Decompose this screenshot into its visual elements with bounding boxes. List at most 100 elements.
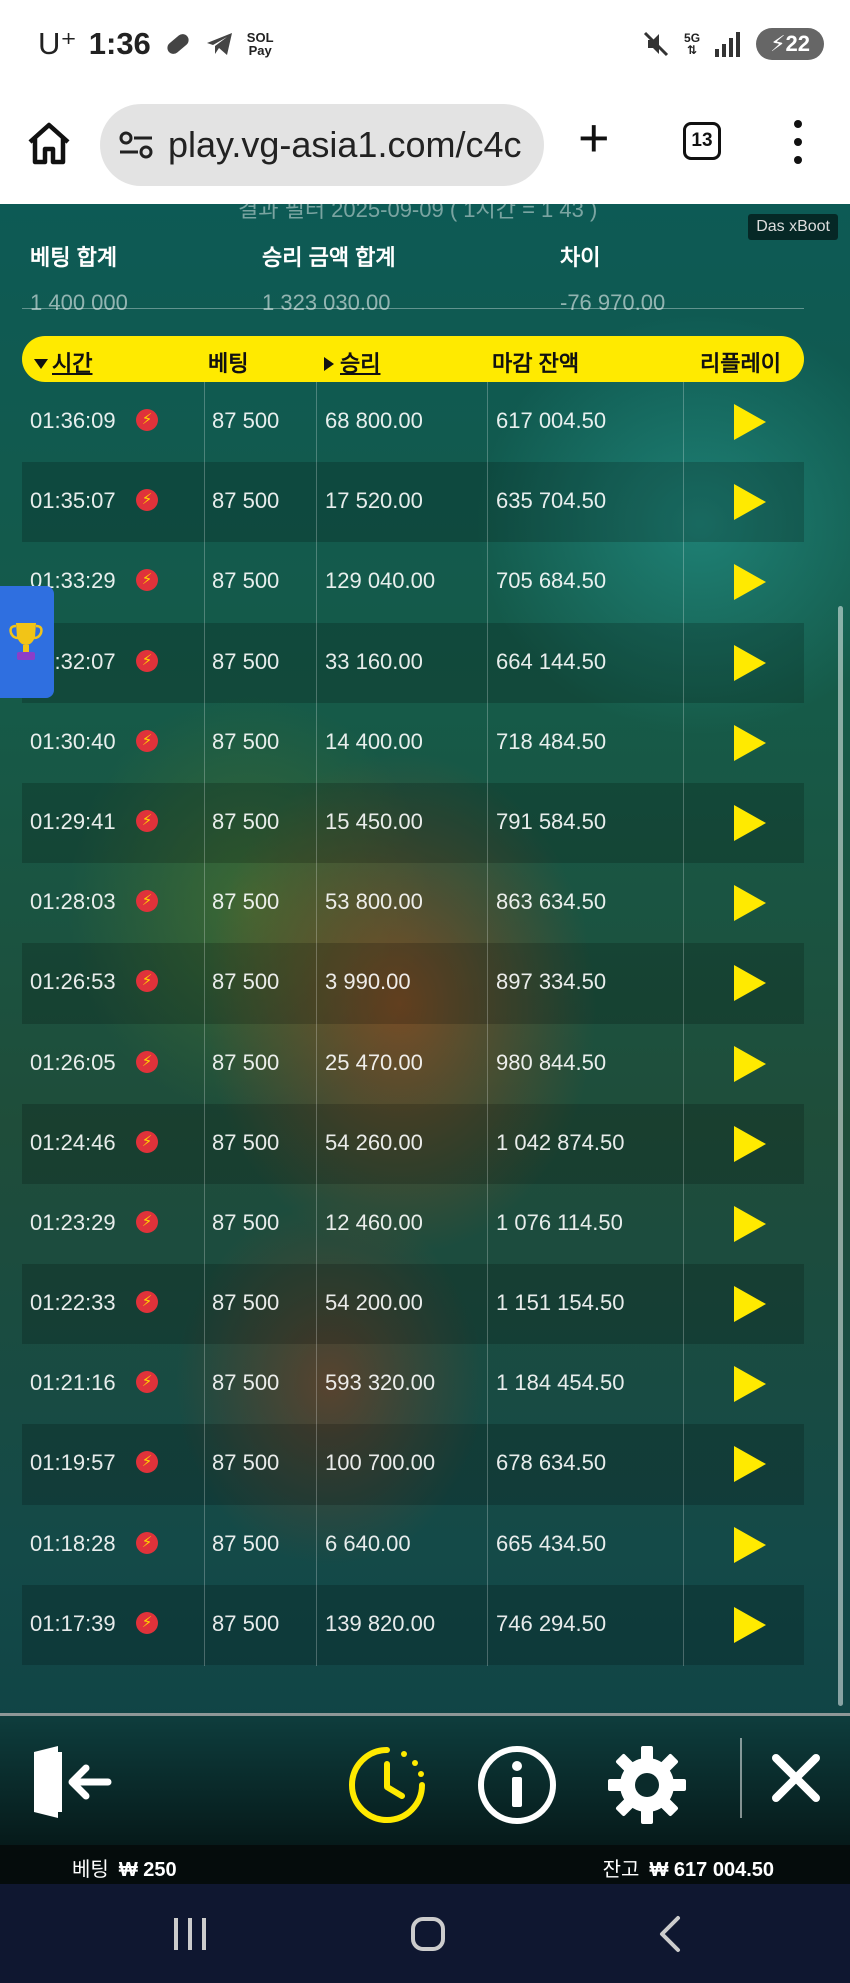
status-right: 5G ⇅ ⚡22: [642, 28, 824, 60]
replay-play-icon[interactable]: [732, 562, 768, 602]
home-icon[interactable]: [408, 1914, 448, 1954]
site-settings-icon[interactable]: [118, 130, 154, 160]
bolt-icon: ⚡: [136, 569, 158, 592]
bolt-icon: ⚡: [136, 1531, 158, 1554]
win-header-label: 승리: [340, 351, 381, 376]
replay-play-icon[interactable]: [732, 1124, 768, 1164]
row-time: 01:28:03: [30, 889, 116, 915]
sort-win-header[interactable]: 승리: [324, 346, 380, 378]
replay-play-icon[interactable]: [732, 402, 768, 442]
bet-amount-value: ₩ 250: [118, 1859, 177, 1881]
recents-icon[interactable]: [170, 1914, 210, 1954]
telegram-icon: [206, 33, 232, 55]
browser-toolbar: play.vg-asia1.com/c4c + 13: [0, 92, 850, 204]
status-bar: U⁺ 1:36 SOL Pay 5G ⇅ ⚡22: [0, 0, 850, 92]
row-time: 01:19:57: [30, 1450, 116, 1476]
brand-tag: Das xBoot: [748, 214, 838, 240]
diff-label: 차이: [560, 245, 601, 270]
column-divider: [683, 382, 684, 1666]
row-time: 01:17:39: [30, 1610, 116, 1636]
replay-play-icon[interactable]: [732, 1525, 768, 1565]
table-row: 01:26:53 ⚡ 87 500 3 990.00 897 334.50: [22, 943, 804, 1024]
replay-play-icon[interactable]: [732, 1204, 768, 1244]
replay-play-icon[interactable]: [732, 1605, 768, 1645]
exit-icon[interactable]: [30, 1744, 112, 1820]
android-navbar: [0, 1884, 850, 1983]
replay-play-icon[interactable]: [732, 883, 768, 923]
bolt-icon: ⚡: [136, 809, 158, 832]
row-win: 100 700.00: [325, 1450, 436, 1476]
row-time: 01:26:53: [30, 969, 116, 995]
replay-play-icon[interactable]: [732, 803, 768, 843]
new-tab-icon[interactable]: +: [578, 108, 610, 168]
replay-play-icon[interactable]: [732, 1444, 768, 1484]
history-icon[interactable]: [346, 1744, 428, 1826]
win-total-label: 승리 금액 합계: [262, 245, 396, 270]
bolt-icon: ⚡: [136, 1291, 158, 1314]
row-win: 3 990.00: [325, 969, 411, 995]
table-row: 01:30:40 ⚡ 87 500 14 400.00 718 484.50: [22, 703, 804, 783]
row-balance: 705 684.50: [496, 568, 607, 594]
back-icon[interactable]: [650, 1914, 690, 1954]
url-field[interactable]: play.vg-asia1.com/c4c: [100, 104, 544, 186]
row-win: 33 160.00: [325, 648, 423, 674]
trophy-icon: [9, 623, 43, 660]
row-win: 25 470.00: [325, 1049, 423, 1075]
balance-amount: 잔고 ₩ 617 004.50: [603, 1853, 774, 1882]
row-win: 54 200.00: [325, 1290, 423, 1316]
scrollbar-thumb[interactable]: [838, 606, 843, 1706]
balance-header: 마감 잔액: [492, 351, 580, 376]
row-bet: 87 500: [212, 1450, 280, 1476]
replay-play-icon[interactable]: [732, 1044, 768, 1084]
row-bet: 87 500: [212, 1610, 280, 1636]
info-icon[interactable]: [476, 1744, 558, 1826]
table-row: 01:22:33 ⚡ 87 500 54 200.00 1 151 154.50: [22, 1264, 804, 1345]
row-balance: 897 334.50: [496, 969, 607, 995]
bet-header: 베팅: [208, 351, 249, 376]
summary-divider: [22, 308, 804, 309]
battery-level: 22: [785, 31, 810, 56]
table-row: 01:19:57 ⚡ 87 500 100 700.00 678 634.50: [22, 1424, 804, 1505]
table-row: 01:17:39 ⚡ 87 500 139 820.00 746 294.50: [22, 1584, 804, 1665]
row-win: 15 450.00: [325, 808, 423, 834]
row-balance: 1 076 114.50: [496, 1209, 623, 1235]
replay-play-icon[interactable]: [732, 482, 768, 522]
column-divider: [316, 382, 317, 1666]
home-icon[interactable]: [24, 118, 74, 168]
replay-play-icon[interactable]: [732, 643, 768, 683]
row-bet: 87 500: [212, 488, 280, 514]
row-time: 01:35:07: [30, 488, 116, 514]
sort-time-header[interactable]: 시간: [34, 346, 92, 378]
replay-play-icon[interactable]: [732, 1364, 768, 1404]
table-row: 01:29:41 ⚡ 87 500 15 450.00 791 584.50: [22, 782, 804, 864]
bolt-icon: ⚡: [136, 1130, 158, 1153]
win-total: 승리 금액 합계 1 323 030.00: [262, 240, 396, 316]
replay-play-icon[interactable]: [732, 1284, 768, 1324]
bet-total-label: 베팅 합계: [30, 245, 118, 270]
tab-switcher-button[interactable]: 13: [683, 122, 721, 160]
row-balance: 746 294.50: [496, 1610, 607, 1636]
toolbar-divider: [740, 1738, 742, 1818]
row-balance: 1 042 874.50: [496, 1129, 625, 1155]
bet-amount-label: 베팅: [72, 1859, 109, 1881]
gear-icon[interactable]: [606, 1744, 688, 1826]
replay-play-icon[interactable]: [732, 723, 768, 763]
history-rows: 01:36:09 ⚡ 87 500 68 800.00 617 004.50 01:35:…: [22, 382, 804, 1665]
column-divider: [204, 382, 205, 1666]
row-win: 54 260.00: [325, 1129, 423, 1155]
row-balance: 791 584.50: [496, 808, 607, 834]
row-time: 01:23:29: [30, 1209, 116, 1235]
row-time: 01:18:28: [30, 1530, 116, 1556]
close-icon[interactable]: [770, 1752, 822, 1804]
summary: 베팅 합계 1 400 000 승리 금액 합계 1 323 030.00 차이…: [0, 240, 850, 340]
table-row: 01:36:09 ⚡ 87 500 68 800.00 617 004.50: [22, 382, 804, 462]
row-balance: 678 634.50: [496, 1450, 607, 1476]
overflow-menu-icon[interactable]: [788, 116, 808, 172]
trophy-tab[interactable]: [0, 586, 54, 698]
row-win: 68 800.00: [325, 408, 423, 433]
bolt-icon: ⚡: [136, 890, 158, 913]
sort-desc-icon: [34, 359, 48, 369]
row-time: 01:22:33: [30, 1290, 116, 1316]
replay-play-icon[interactable]: [732, 963, 768, 1003]
table-row: 01:23:29 ⚡ 87 500 12 460.00 1 076 114.50: [22, 1184, 804, 1264]
